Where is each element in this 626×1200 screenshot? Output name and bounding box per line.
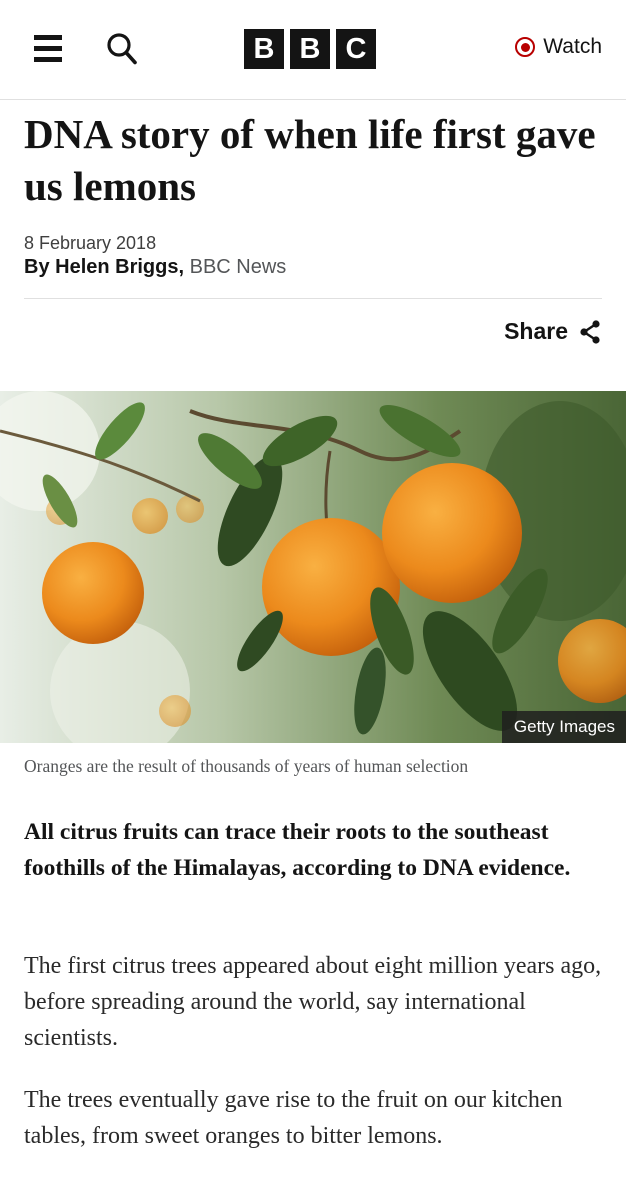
article-paragraph: The first citrus trees appeared about ei…: [24, 953, 602, 1051]
top-navigation-bar: B B C Watch: [0, 0, 626, 100]
author-name: By Helen Briggs,: [24, 256, 185, 278]
article-lead: All citrus fruits can trace their roots …: [24, 819, 571, 881]
outlet-name: BBC News: [189, 256, 287, 278]
watch-label: Watch: [543, 35, 602, 58]
menu-icon[interactable]: [34, 35, 64, 63]
article-photo-oranges: Getty Images: [0, 391, 626, 743]
byline: By Helen Briggs, BBC News: [24, 256, 286, 279]
share-button[interactable]: Share: [504, 318, 600, 345]
logo-letter: C: [336, 29, 376, 69]
article-headline: DNA story of when life first gave us lem…: [24, 111, 596, 209]
article-paragraph: The trees eventually gave rise to the fr…: [24, 1087, 563, 1149]
share-icon: [580, 320, 600, 344]
article-date: 8 February 2018: [24, 233, 157, 253]
divider: [24, 298, 602, 299]
live-record-icon: [515, 37, 536, 57]
bbc-logo[interactable]: B B C: [244, 29, 376, 69]
share-label: Share: [504, 318, 568, 344]
image-caption: Oranges are the result of thousands of y…: [24, 756, 469, 776]
logo-letter: B: [244, 29, 284, 69]
logo-letter: B: [290, 29, 330, 69]
watch-button[interactable]: Watch: [515, 35, 602, 59]
search-icon[interactable]: [106, 32, 138, 66]
oranges-illustration: [0, 391, 626, 743]
image-credit: Getty Images: [501, 711, 626, 743]
